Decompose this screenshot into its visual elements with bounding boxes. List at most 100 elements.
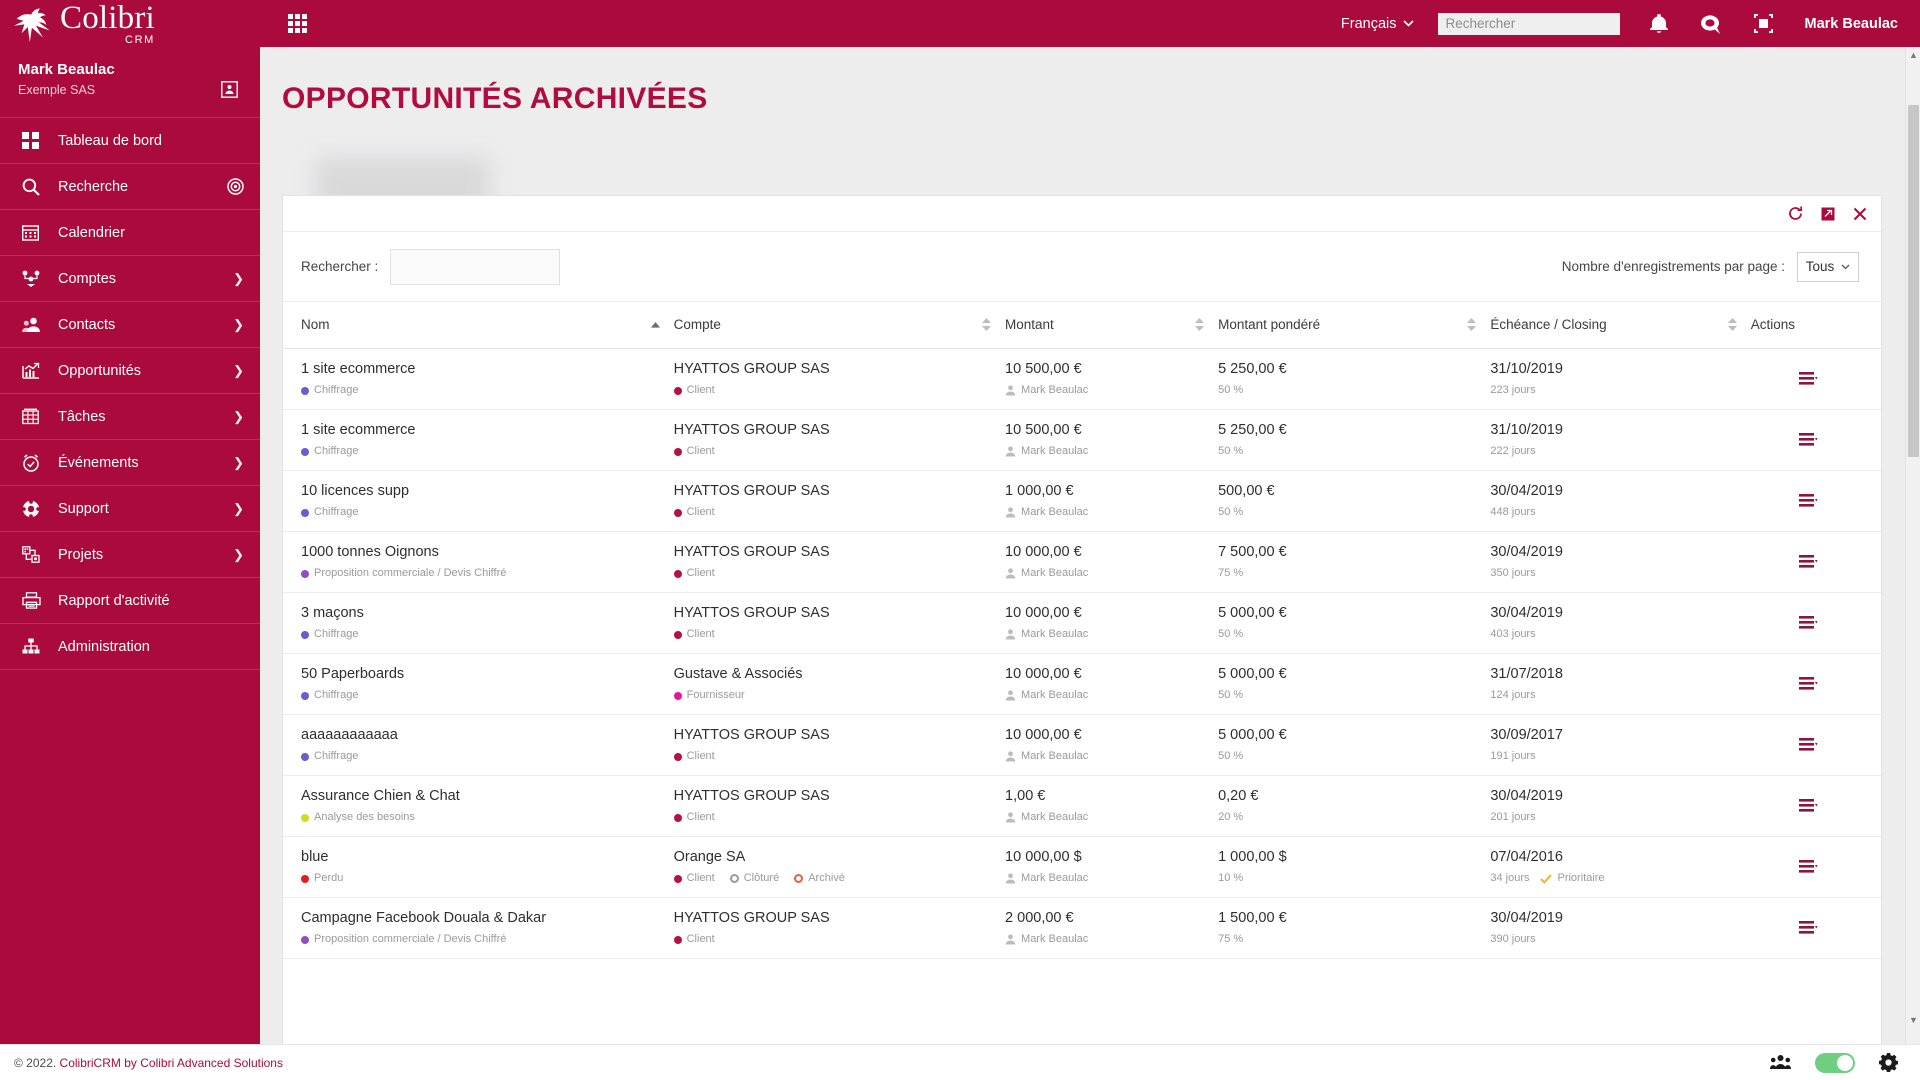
sort-both-icon[interactable] [1195, 318, 1205, 332]
account-name[interactable]: Orange SA [674, 848, 991, 866]
opportunity-name[interactable]: 10 licences supp [301, 482, 660, 500]
table-row[interactable]: aaaaaaaaaaaa Chiffrage HYATTOS GROUP SAS… [283, 714, 1881, 776]
close-icon[interactable] [1853, 207, 1867, 221]
opportunity-name[interactable]: Campagne Facebook Douala & Dakar [301, 909, 660, 927]
sidebar-item-taches[interactable]: Tâches ❯ [0, 394, 260, 440]
scrollbar-thumb[interactable] [1908, 105, 1919, 457]
opportunity-name[interactable]: 3 maçons [301, 604, 660, 622]
sort-asc-icon[interactable] [650, 321, 660, 328]
cell-compte[interactable]: HYATTOS GROUP SAS Client [673, 897, 1006, 959]
column-header-echeance[interactable]: Échéance / Closing [1490, 302, 1751, 349]
scroll-up-arrow[interactable]: ▲ [1906, 47, 1920, 63]
sort-both-icon[interactable] [1727, 318, 1737, 332]
account-name[interactable]: Gustave & Associés [674, 665, 991, 683]
table-row[interactable]: Assurance Chien & Chat Analyse des besoi… [283, 775, 1881, 837]
account-name[interactable]: HYATTOS GROUP SAS [674, 726, 991, 744]
cell-compte[interactable]: HYATTOS GROUP SAS Client [673, 592, 1006, 654]
settings-gear-icon[interactable] [1879, 1053, 1898, 1072]
column-header-montant[interactable]: Montant [1005, 302, 1219, 349]
account-name[interactable]: HYATTOS GROUP SAS [674, 543, 991, 561]
cell-nom[interactable]: 10 licences supp Chiffrage [283, 470, 674, 532]
opportunity-name[interactable]: 50 Paperboards [301, 665, 660, 683]
cell-compte[interactable]: Gustave & Associés Fournisseur [673, 653, 1006, 715]
refresh-icon[interactable] [1788, 206, 1803, 221]
actions-menu-icon[interactable] [1798, 615, 1819, 630]
actions-menu-icon[interactable] [1798, 737, 1819, 752]
sidebar-item-opportunites[interactable]: Opportunités ❯ [0, 348, 260, 394]
cell-compte[interactable]: HYATTOS GROUP SAS Client [673, 775, 1006, 837]
actions-menu-icon[interactable] [1798, 859, 1819, 874]
cell-compte[interactable]: HYATTOS GROUP SAS Client [673, 348, 1006, 410]
users-icon[interactable] [1770, 1054, 1791, 1071]
actions-menu-icon[interactable] [1798, 432, 1819, 447]
bell-icon[interactable] [1649, 13, 1668, 34]
sidebar-item-tableau-de-bord[interactable]: Tableau de bord [0, 118, 260, 164]
sidebar-item-projets[interactable]: Projets ❯ [0, 532, 260, 578]
cell-compte[interactable]: HYATTOS GROUP SAS Client [673, 531, 1006, 593]
account-name[interactable]: HYATTOS GROUP SAS [674, 482, 991, 500]
column-header-nom[interactable]: Nom [283, 302, 674, 349]
language-selector[interactable]: Français [1341, 16, 1414, 32]
maximize-icon[interactable] [1821, 207, 1835, 221]
cell-nom[interactable]: aaaaaaaaaaaa Chiffrage [283, 714, 674, 776]
table-row[interactable]: 1 site ecommerce Chiffrage HYATTOS GROUP… [283, 409, 1881, 471]
cell-nom[interactable]: Campagne Facebook Douala & Dakar Proposi… [283, 897, 674, 959]
contact-card-icon[interactable] [221, 81, 238, 103]
account-name[interactable]: HYATTOS GROUP SAS [674, 909, 991, 927]
sidebar-item-evenements[interactable]: Événements ❯ [0, 440, 260, 486]
sidebar-item-recherche[interactable]: Recherche [0, 164, 260, 210]
opportunity-name[interactable]: 1 site ecommerce [301, 360, 660, 378]
table-row[interactable]: 3 maçons Chiffrage HYATTOS GROUP SAS Cli… [283, 592, 1881, 654]
opportunity-name[interactable]: 1 site ecommerce [301, 421, 660, 439]
cell-nom[interactable]: blue Perdu [283, 836, 674, 898]
account-name[interactable]: HYATTOS GROUP SAS [674, 787, 991, 805]
actions-menu-icon[interactable] [1798, 554, 1819, 569]
cell-nom[interactable]: Assurance Chien & Chat Analyse des besoi… [283, 775, 674, 837]
sidebar-item-rapport-activite[interactable]: Rapport d'activité [0, 578, 260, 624]
actions-menu-icon[interactable] [1798, 920, 1819, 935]
user-menu[interactable]: Mark Beaulac [1805, 16, 1899, 32]
sidebar-item-calendrier[interactable]: Calendrier [0, 210, 260, 256]
opportunity-name[interactable]: aaaaaaaaaaaa [301, 726, 660, 744]
main-scrollbar[interactable]: ▲ ▼ [1905, 47, 1920, 1080]
table-row[interactable]: blue Perdu Orange SA Client Clôturé Archiv… [283, 836, 1881, 898]
cell-compte[interactable]: HYATTOS GROUP SAS Client [673, 470, 1006, 532]
per-page-select[interactable]: Tous [1797, 251, 1859, 282]
chat-icon[interactable] [1700, 14, 1722, 34]
account-name[interactable]: HYATTOS GROUP SAS [674, 360, 991, 378]
sidebar-item-administration[interactable]: Administration [0, 624, 260, 670]
table-row[interactable]: 1 site ecommerce Chiffrage HYATTOS GROUP… [283, 348, 1881, 410]
cell-nom[interactable]: 1 site ecommerce Chiffrage [283, 348, 674, 410]
opportunity-name[interactable]: blue [301, 848, 660, 866]
sidebar-item-comptes[interactable]: Comptes ❯ [0, 256, 260, 302]
cell-compte[interactable]: HYATTOS GROUP SAS Client [673, 714, 1006, 776]
opportunity-name[interactable]: 1000 tonnes Oignons [301, 543, 660, 561]
target-icon[interactable] [227, 178, 244, 195]
account-name[interactable]: HYATTOS GROUP SAS [674, 604, 991, 622]
column-header-montant-pondere[interactable]: Montant pondéré [1218, 302, 1491, 349]
cell-nom[interactable]: 1000 tonnes Oignons Proposition commerci… [283, 531, 674, 593]
global-search[interactable] [1437, 12, 1623, 35]
column-header-compte[interactable]: Compte [673, 302, 1006, 349]
table-row[interactable]: 1000 tonnes Oignons Proposition commerci… [283, 531, 1881, 593]
copyright-brand[interactable]: ColibriCRM by Colibri Advanced Solutions [60, 1056, 283, 1070]
table-row[interactable]: 10 licences supp Chiffrage HYATTOS GROUP… [283, 470, 1881, 532]
sidebar-item-contacts[interactable]: Contacts ❯ [0, 302, 260, 348]
cell-nom[interactable]: 50 Paperboards Chiffrage [283, 653, 674, 715]
cell-nom[interactable]: 3 maçons Chiffrage [283, 592, 674, 654]
table-search-box[interactable] [390, 248, 576, 285]
search-input[interactable] [1445, 16, 1623, 31]
brand-logo[interactable]: Colibri CRM [0, 0, 260, 47]
table-row[interactable]: 50 Paperboards Chiffrage Gustave & Assoc… [283, 653, 1881, 715]
actions-menu-icon[interactable] [1798, 676, 1819, 691]
account-name[interactable]: HYATTOS GROUP SAS [674, 421, 991, 439]
cell-nom[interactable]: 1 site ecommerce Chiffrage [283, 409, 674, 471]
footer-toggle[interactable] [1815, 1052, 1855, 1073]
sidebar-item-support[interactable]: Support ❯ [0, 486, 260, 532]
table-row[interactable]: Campagne Facebook Douala & Dakar Proposi… [283, 897, 1881, 959]
sort-both-icon[interactable] [982, 318, 992, 332]
actions-menu-icon[interactable] [1798, 493, 1819, 508]
cell-compte[interactable]: HYATTOS GROUP SAS Client [673, 409, 1006, 471]
sort-both-icon[interactable] [1467, 318, 1477, 332]
actions-menu-icon[interactable] [1798, 371, 1819, 386]
